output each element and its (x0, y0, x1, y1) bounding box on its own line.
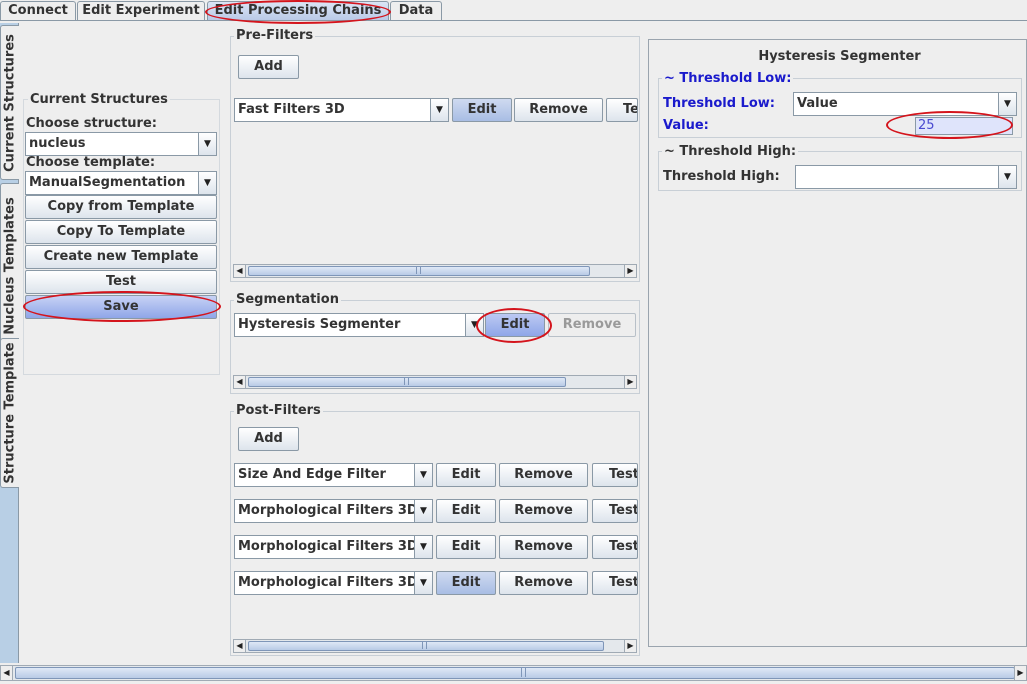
chevron-down-icon[interactable]: ▼ (414, 464, 432, 486)
tab-data[interactable]: Data (390, 1, 442, 21)
segmentation-scrollbar[interactable]: ◀ ▶ (233, 375, 637, 389)
post-filters-add-button[interactable]: Add (238, 427, 299, 451)
chevron-down-icon[interactable]: ▼ (414, 500, 432, 522)
tab-edit-experiment[interactable]: Edit Experiment (77, 1, 205, 21)
post-filter-select-3[interactable]: Morphological Filters 3D ▼ (234, 535, 433, 559)
pre-filters-title: Pre-Filters (234, 28, 316, 43)
test-button[interactable]: Test (25, 270, 217, 294)
segmentation-edit-button[interactable]: Edit (485, 313, 545, 337)
post-filter-edit-button-4[interactable]: Edit (436, 571, 496, 595)
post-filter-select-4[interactable]: Morphological Filters 3D ▼ (234, 571, 433, 595)
chevron-down-icon[interactable]: ▼ (414, 536, 432, 558)
chevron-down-icon[interactable]: ▼ (998, 93, 1016, 115)
pre-filter-remove-button[interactable]: Remove (514, 98, 603, 122)
pre-filters-scrollbar[interactable]: ◀ ▶ (233, 264, 637, 278)
tab-bar-divider (0, 20, 1027, 21)
grip-icon (404, 377, 409, 385)
pre-filter-select-value: Fast Filters 3D (238, 102, 345, 117)
post-filter-select-2[interactable]: Morphological Filters 3D ▼ (234, 499, 433, 523)
grip-icon (422, 641, 427, 649)
threshold-high-group-title[interactable]: ~ Threshold High: (662, 144, 799, 159)
chevron-down-icon[interactable]: ▼ (465, 314, 483, 336)
arrow-right-icon[interactable]: ▶ (624, 640, 636, 652)
post-filters-title: Post-Filters (234, 403, 323, 418)
side-tab-structure-template[interactable]: Structure Template (0, 338, 19, 488)
chevron-down-icon[interactable]: ▼ (998, 166, 1016, 188)
post-filter-test-button-2[interactable]: Test (592, 499, 638, 523)
main-horizontal-scrollbar[interactable]: ◀ ▶ (0, 665, 1027, 681)
threshold-high-label: Threshold High: (663, 169, 780, 184)
threshold-low-type-select[interactable]: Value ▼ (793, 92, 1017, 116)
tab-connect[interactable]: Connect (0, 1, 76, 21)
create-new-template-button[interactable]: Create new Template (25, 245, 217, 269)
pre-filter-select[interactable]: Fast Filters 3D ▼ (234, 98, 449, 122)
scrollbar-thumb[interactable] (15, 667, 1015, 679)
post-filter-select-1[interactable]: Size And Edge Filter ▼ (234, 463, 433, 487)
post-filter-select-value: Morphological Filters 3D (238, 503, 418, 518)
side-tab-bar: Current Structures Nucleus Templates Str… (0, 23, 19, 663)
segmenter-settings-title: Hysteresis Segmenter (758, 49, 921, 64)
threshold-low-label: Threshold Low: (663, 96, 775, 111)
threshold-high-type-select[interactable]: ▼ (795, 165, 1017, 189)
post-filter-remove-button-2[interactable]: Remove (499, 499, 588, 523)
post-filter-test-button-4[interactable]: Test (592, 571, 638, 595)
pre-filters-add-button[interactable]: Add (238, 55, 299, 79)
post-filter-select-value: Morphological Filters 3D (238, 539, 418, 554)
post-filter-test-button-1[interactable]: Test (592, 463, 638, 487)
chevron-down-icon[interactable]: ▼ (414, 572, 432, 594)
pre-filter-edit-button[interactable]: Edit (452, 98, 512, 122)
choose-structure-label: Choose structure: (26, 116, 157, 131)
arrow-left-icon[interactable]: ◀ (234, 265, 246, 277)
post-filter-edit-button-2[interactable]: Edit (436, 499, 496, 523)
arrow-left-icon[interactable]: ◀ (234, 376, 246, 388)
post-filter-remove-button-4[interactable]: Remove (499, 571, 588, 595)
segmentation-remove-button[interactable]: Remove (548, 313, 636, 337)
post-filters-scrollbar[interactable]: ◀ ▶ (233, 639, 637, 653)
chevron-down-icon[interactable]: ▼ (430, 99, 448, 121)
segmenter-select-value: Hysteresis Segmenter (238, 317, 401, 332)
threshold-low-type-value: Value (797, 96, 838, 111)
arrow-right-icon[interactable]: ▶ (1014, 666, 1026, 680)
choose-template-label: Choose template: (26, 155, 156, 170)
arrow-right-icon[interactable]: ▶ (624, 265, 636, 277)
current-structures-title: Current Structures (28, 92, 170, 107)
grip-icon (521, 667, 526, 677)
tab-edit-processing-chains[interactable]: Edit Processing Chains (207, 1, 389, 21)
copy-to-template-button[interactable]: Copy To Template (25, 220, 217, 244)
post-filter-select-value: Size And Edge Filter (238, 467, 386, 482)
save-button[interactable]: Save (25, 295, 217, 319)
structure-select[interactable]: nucleus ▼ (25, 132, 217, 156)
threshold-low-value-input[interactable]: 25 (915, 117, 1013, 135)
chevron-down-icon[interactable]: ▼ (198, 133, 216, 155)
structure-select-value: nucleus (29, 136, 86, 151)
chevron-down-icon[interactable]: ▼ (198, 172, 216, 194)
arrow-right-icon[interactable]: ▶ (624, 376, 636, 388)
side-tab-nucleus-templates[interactable]: Nucleus Templates (0, 183, 19, 348)
threshold-low-group-title[interactable]: ~ Threshold Low: (662, 71, 794, 86)
post-filter-edit-button-1[interactable]: Edit (436, 463, 496, 487)
segmenter-select[interactable]: Hysteresis Segmenter ▼ (234, 313, 484, 337)
post-filter-test-button-3[interactable]: Test (592, 535, 638, 559)
pre-filter-test-button[interactable]: Te (606, 98, 638, 122)
threshold-low-value-label: Value: (663, 118, 709, 133)
post-filter-remove-button-1[interactable]: Remove (499, 463, 588, 487)
side-tab-current-structures[interactable]: Current Structures (0, 25, 19, 180)
post-filter-remove-button-3[interactable]: Remove (499, 535, 588, 559)
template-select-value: ManualSegmentation (29, 175, 186, 190)
copy-from-template-button[interactable]: Copy from Template (25, 195, 217, 219)
segmentation-title: Segmentation (234, 292, 341, 307)
arrow-left-icon[interactable]: ◀ (1, 666, 13, 680)
grip-icon (416, 266, 421, 274)
post-filter-edit-button-3[interactable]: Edit (436, 535, 496, 559)
post-filter-select-value: Morphological Filters 3D (238, 575, 418, 590)
template-select[interactable]: ManualSegmentation ▼ (25, 171, 217, 195)
arrow-left-icon[interactable]: ◀ (234, 640, 246, 652)
